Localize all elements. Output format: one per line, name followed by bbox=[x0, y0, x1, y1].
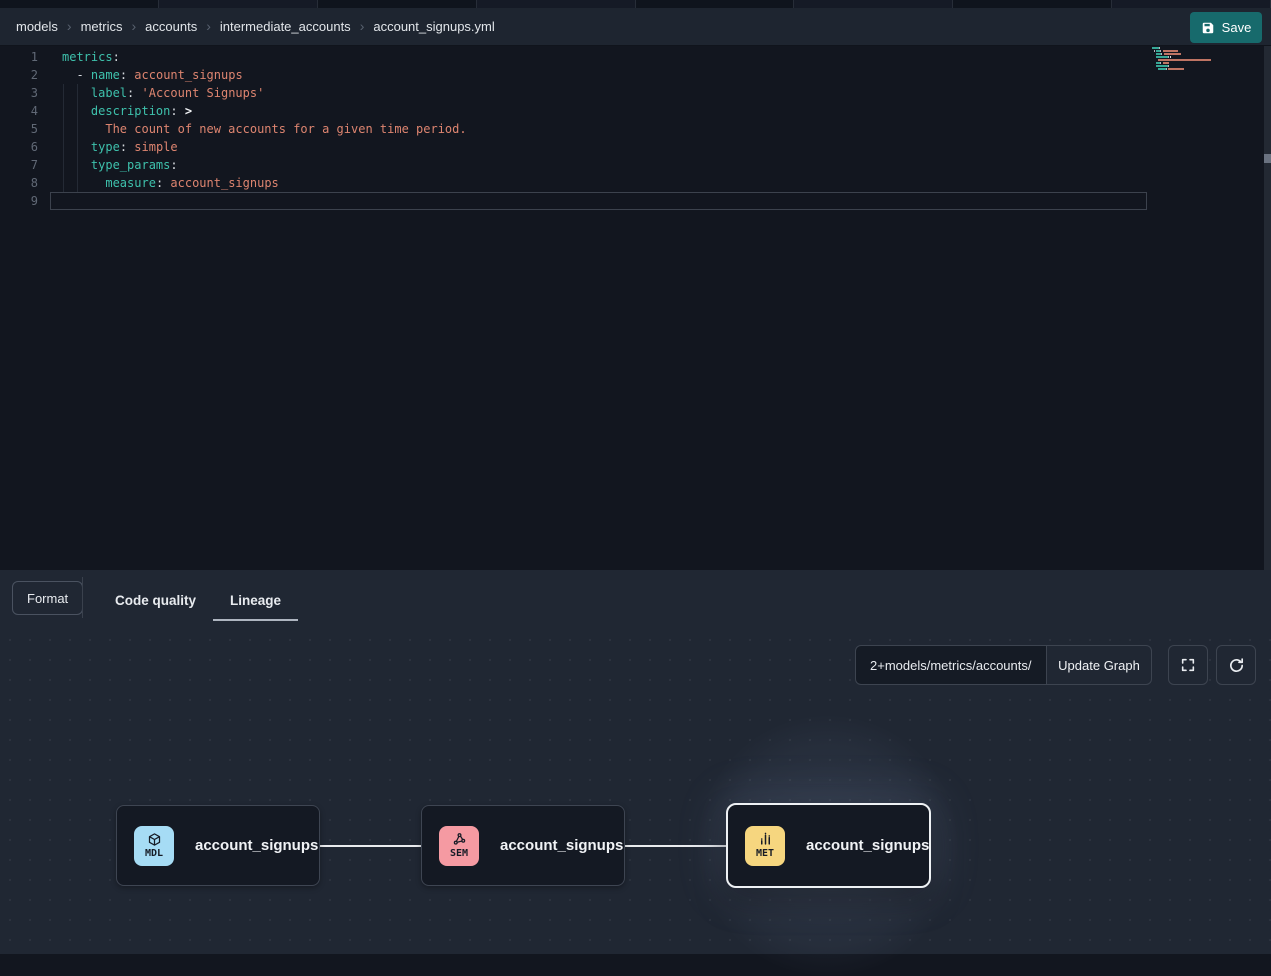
tab-lineage[interactable]: Lineage bbox=[213, 570, 298, 630]
editor-minimap[interactable] bbox=[1152, 47, 1216, 74]
scrollbar-thumb[interactable] bbox=[1264, 154, 1271, 163]
semantic-badge: SEM bbox=[439, 826, 479, 866]
tab-code-quality[interactable]: Code quality bbox=[98, 570, 213, 630]
update-graph-button[interactable]: Update Graph bbox=[1047, 645, 1152, 685]
cube-icon bbox=[147, 832, 162, 847]
editor-scrollbar[interactable] bbox=[1264, 46, 1271, 570]
line-number: 3 bbox=[0, 84, 38, 102]
lineage-edge bbox=[625, 845, 726, 847]
save-icon bbox=[1201, 21, 1215, 35]
chevron-right-icon: › bbox=[67, 19, 72, 33]
top-tab-segment[interactable] bbox=[953, 0, 1112, 8]
lineage-edge bbox=[320, 845, 421, 847]
lineage-toolbar: 2+models/metrics/accounts/ Update Graph bbox=[855, 645, 1256, 685]
chevron-right-icon: › bbox=[131, 19, 136, 33]
top-tab-segment[interactable] bbox=[318, 0, 477, 8]
code-line[interactable]: label: 'Account Signups' bbox=[62, 84, 467, 102]
lineage-node-model[interactable]: MDL account_signups bbox=[116, 805, 320, 886]
current-line-highlight bbox=[50, 192, 1147, 210]
line-number-gutter: 123456789 bbox=[0, 48, 38, 210]
node-label: account_signups bbox=[806, 837, 929, 854]
fullscreen-icon bbox=[1180, 657, 1196, 673]
panel-tabs: Code qualityLineage bbox=[98, 570, 298, 630]
badge-label: MDL bbox=[145, 848, 163, 859]
refresh-icon bbox=[1228, 657, 1245, 674]
top-tab-segment[interactable] bbox=[636, 0, 795, 8]
top-tab-segment[interactable] bbox=[1112, 0, 1271, 8]
header-divider bbox=[82, 577, 83, 618]
line-number: 9 bbox=[0, 192, 38, 210]
top-tab-strip bbox=[0, 0, 1271, 8]
node-label: account_signups bbox=[500, 837, 623, 854]
code-lines[interactable]: metrics: - name: account_signups label: … bbox=[62, 48, 467, 210]
refresh-button[interactable] bbox=[1216, 645, 1256, 685]
line-number: 2 bbox=[0, 66, 38, 84]
metric-badge: MET bbox=[745, 826, 785, 866]
bottom-panel: Format Code qualityLineage MDL account_s… bbox=[0, 570, 1271, 954]
format-button[interactable]: Format bbox=[12, 581, 83, 615]
selector-group: 2+models/metrics/accounts/ Update Graph bbox=[855, 645, 1152, 685]
code-line[interactable]: type_params: bbox=[62, 156, 467, 174]
lineage-node-semantic-model[interactable]: SEM account_signups bbox=[421, 805, 625, 886]
top-tab-segment[interactable] bbox=[0, 0, 159, 8]
breadcrumb-item[interactable]: intermediate_accounts bbox=[220, 19, 351, 34]
line-number: 4 bbox=[0, 102, 38, 120]
lineage-selector-input[interactable]: 2+models/metrics/accounts/ bbox=[855, 645, 1047, 685]
share-network-icon bbox=[452, 832, 467, 847]
code-line[interactable]: measure: account_signups bbox=[62, 174, 467, 192]
save-label: Save bbox=[1222, 20, 1252, 35]
chevron-right-icon: › bbox=[360, 19, 365, 33]
code-editor[interactable]: 123456789 metrics: - name: account_signu… bbox=[0, 46, 1271, 570]
code-line[interactable]: - name: account_signups bbox=[62, 66, 467, 84]
fullscreen-button[interactable] bbox=[1168, 645, 1208, 685]
line-number: 5 bbox=[0, 120, 38, 138]
save-button[interactable]: Save bbox=[1190, 12, 1262, 43]
model-badge: MDL bbox=[134, 826, 174, 866]
code-line[interactable]: The count of new accounts for a given ti… bbox=[62, 120, 467, 138]
code-line[interactable]: type: simple bbox=[62, 138, 467, 156]
code-line[interactable]: description: > bbox=[62, 102, 467, 120]
line-number: 7 bbox=[0, 156, 38, 174]
breadcrumb-item[interactable]: metrics bbox=[81, 19, 123, 34]
breadcrumb: models › metrics › accounts › intermediate_acc… bbox=[16, 19, 495, 34]
badge-label: MET bbox=[756, 848, 774, 859]
top-tab-segment[interactable] bbox=[159, 0, 318, 8]
top-tab-segment[interactable] bbox=[794, 0, 953, 8]
top-tab-segment[interactable] bbox=[477, 0, 636, 8]
badge-label: SEM bbox=[450, 848, 468, 859]
node-label: account_signups bbox=[195, 837, 318, 854]
lineage-node-metric-selected[interactable]: MET account_signups bbox=[726, 803, 931, 888]
breadcrumb-item[interactable]: account_signups.yml bbox=[373, 19, 494, 34]
code-line[interactable]: metrics: bbox=[62, 48, 467, 66]
bar-chart-icon bbox=[758, 832, 773, 847]
breadcrumb-item[interactable]: models bbox=[16, 19, 58, 34]
breadcrumb-item[interactable]: accounts bbox=[145, 19, 197, 34]
line-number: 8 bbox=[0, 174, 38, 192]
chevron-right-icon: › bbox=[206, 19, 211, 33]
line-number: 6 bbox=[0, 138, 38, 156]
line-number: 1 bbox=[0, 48, 38, 66]
breadcrumb-bar: models › metrics › accounts › intermediate_acc… bbox=[0, 8, 1271, 46]
